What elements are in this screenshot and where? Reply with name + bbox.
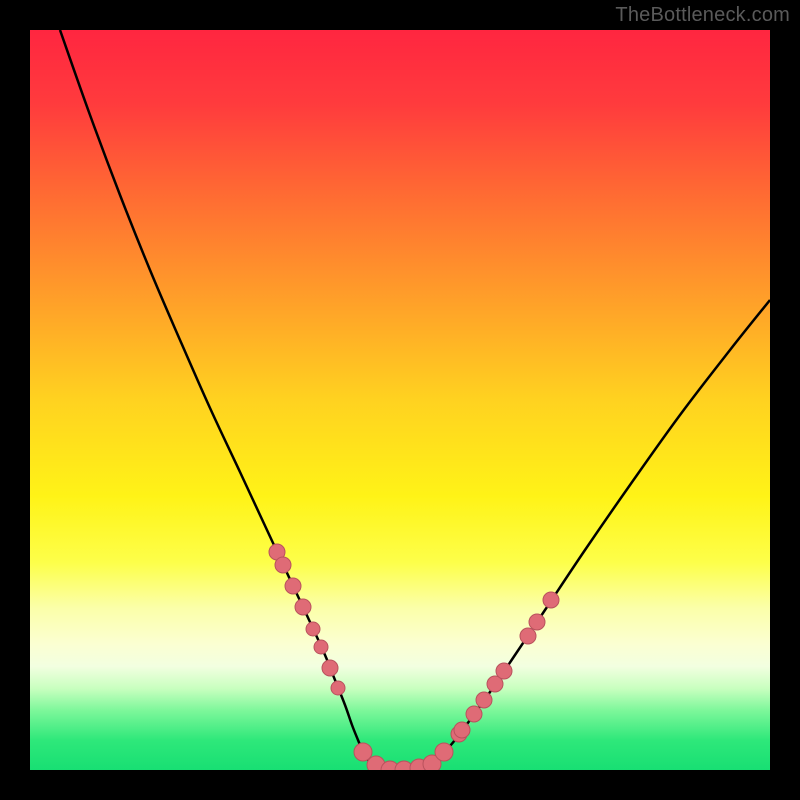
scatter-dot bbox=[454, 722, 470, 738]
scatter-dot bbox=[476, 692, 492, 708]
plot-frame bbox=[30, 30, 770, 770]
watermark-label: TheBottleneck.com bbox=[615, 4, 790, 27]
plot-svg bbox=[30, 30, 770, 770]
scatter-dot bbox=[295, 599, 311, 615]
scatter-dot bbox=[322, 660, 338, 676]
scatter-dots bbox=[269, 544, 559, 770]
scatter-dot bbox=[285, 578, 301, 594]
scatter-dot bbox=[331, 681, 345, 695]
scatter-dot bbox=[275, 557, 291, 573]
scatter-dot bbox=[314, 640, 328, 654]
left-curve bbox=[60, 30, 373, 765]
scatter-dot bbox=[496, 663, 512, 679]
scatter-dot bbox=[466, 706, 482, 722]
scatter-dot bbox=[520, 628, 536, 644]
scatter-dot bbox=[529, 614, 545, 630]
scatter-dot bbox=[435, 743, 453, 761]
scatter-dot bbox=[306, 622, 320, 636]
scatter-dot bbox=[543, 592, 559, 608]
